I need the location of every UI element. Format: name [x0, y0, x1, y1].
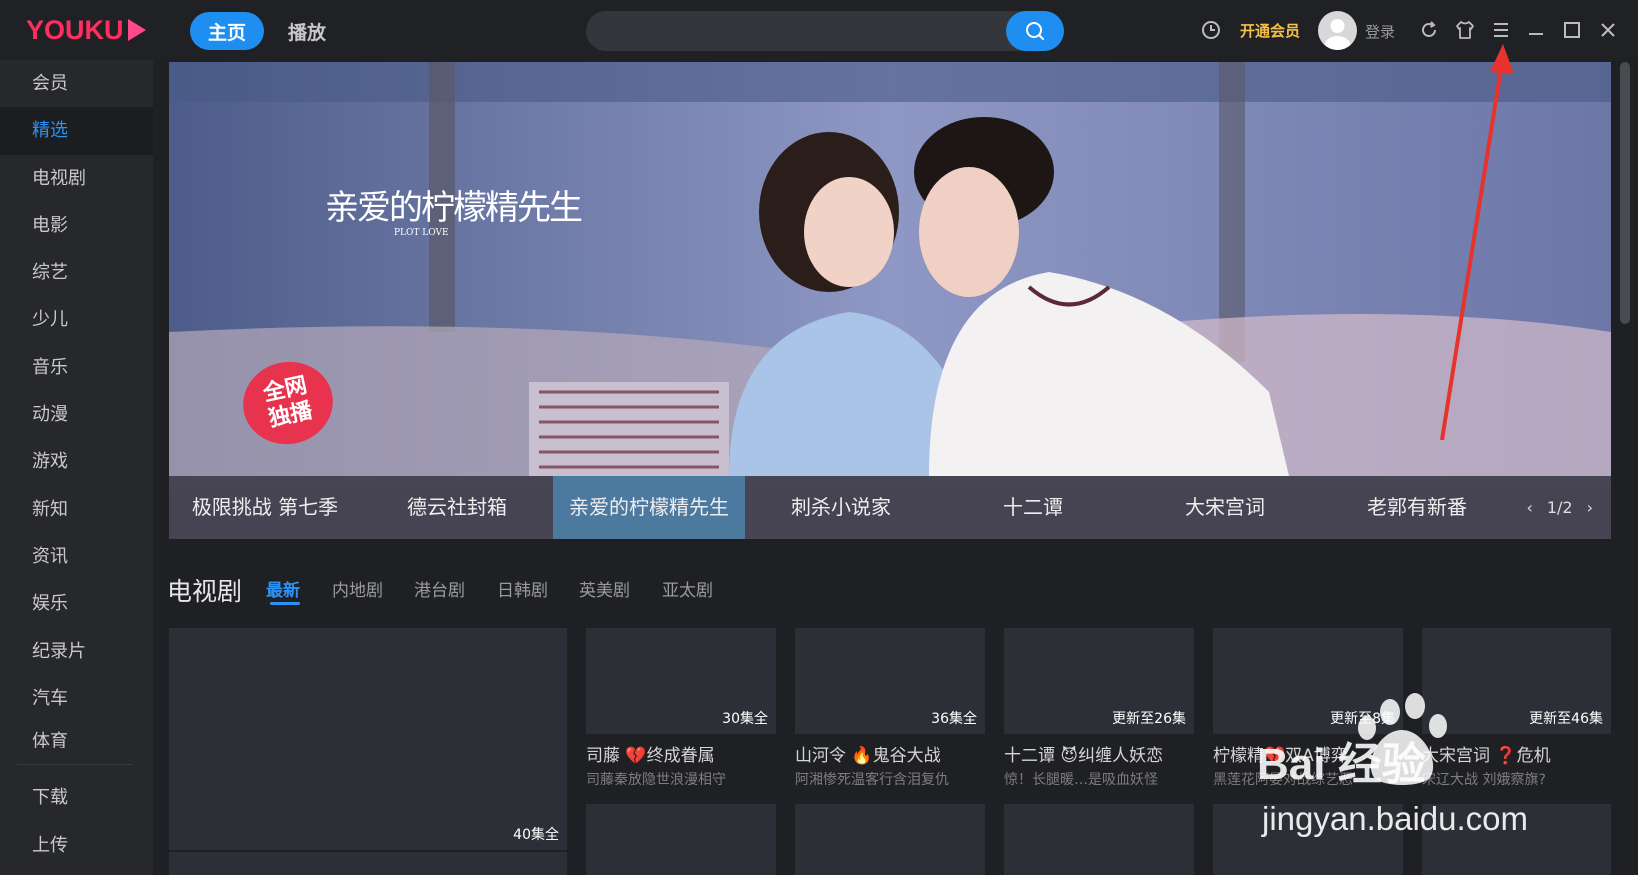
banner-tab[interactable]: 老郭有新番 — [1321, 476, 1513, 539]
nav-home-button[interactable]: 主页 — [190, 12, 264, 50]
sidebar-item-sports[interactable]: 体育 — [0, 722, 153, 748]
vip-link[interactable]: 开通会员 — [1240, 20, 1300, 41]
section-title: 电视剧 — [167, 577, 243, 606]
banner-tab[interactable]: 极限挑战 第七季 — [169, 476, 361, 539]
sidebar-item-kids[interactable]: 少儿 — [0, 296, 153, 343]
section-tab-latest[interactable]: 最新 — [266, 576, 300, 601]
sidebar-item-vip[interactable]: 会员 — [0, 60, 153, 107]
card-title[interactable]: 山河令 🔥鬼谷大战 — [795, 741, 941, 766]
banner-pager: ‹ 1/2 › — [1526, 476, 1593, 539]
watermark-brand: Bai 经验 — [1257, 740, 1426, 789]
sidebar-item-anime[interactable]: 动漫 — [0, 391, 153, 438]
banner-tab[interactable]: 刺杀小说家 — [745, 476, 937, 539]
card-title[interactable]: 司藤 💔终成眷属 — [586, 741, 715, 766]
poster-subtitle: PLOT LOVE — [394, 228, 449, 238]
search-input[interactable] — [602, 19, 982, 43]
sidebar-item-auto[interactable]: 汽车 — [0, 675, 153, 722]
next-icon[interactable]: › — [1587, 498, 1593, 517]
video-card[interactable] — [586, 804, 776, 875]
youku-logo[interactable]: YOUKU — [26, 14, 146, 46]
episode-badge: 36集全 — [931, 711, 977, 727]
sidebar-item-entertainment[interactable]: 娱乐 — [0, 580, 153, 627]
section-tab-hktw[interactable]: 港台剧 — [414, 576, 465, 601]
pager-text: 1/2 — [1546, 498, 1573, 517]
episode-badge: 30集全 — [722, 711, 768, 727]
sidebar-item-movie[interactable]: 电影 — [0, 202, 153, 249]
search-icon — [1026, 22, 1044, 40]
scrollbar[interactable] — [1620, 62, 1630, 324]
sidebar-list: 会员 精选 电视剧 电影 综艺 少儿 音乐 动漫 游戏 新知 资讯 娱乐 纪录片… — [0, 60, 153, 748]
hero-banner[interactable]: 亲爱的柠檬精先生 PLOT LOVE 全网 独播 极限挑战 第七季 德云社封箱 … — [169, 62, 1611, 539]
sidebar-divider — [17, 764, 132, 765]
section-tab-asia[interactable]: 亚太剧 — [662, 576, 713, 601]
video-card[interactable] — [795, 804, 985, 875]
logo-text: YOUKU — [26, 14, 124, 45]
banner-tab[interactable]: 德云社封箱 — [361, 476, 553, 539]
section-tab-mainland[interactable]: 内地剧 — [332, 576, 383, 601]
section-tab-usuk[interactable]: 英美剧 — [579, 576, 630, 601]
sidebar-item-games[interactable]: 游戏 — [0, 438, 153, 485]
video-card[interactable] — [1004, 804, 1194, 875]
section-tab-underline — [270, 602, 300, 605]
sidebar-item-variety[interactable]: 综艺 — [0, 249, 153, 296]
prev-icon[interactable]: ‹ — [1526, 498, 1532, 517]
minimize-icon[interactable] — [1525, 19, 1547, 41]
sidebar-item-featured[interactable]: 精选 — [0, 107, 153, 155]
episode-badge: 更新至26集 — [1112, 711, 1186, 727]
login-link[interactable]: 登录 — [1365, 21, 1395, 42]
logo-play-icon — [127, 19, 146, 41]
poster-title: 亲爱的柠檬精先生 — [325, 188, 583, 228]
menu-icon[interactable] — [1490, 19, 1512, 41]
card-subtitle: 惊！长腿暖…是吸血妖怪 — [1004, 772, 1158, 788]
sidebar-item-upload[interactable]: 上传 — [0, 822, 153, 869]
banner-tab[interactable]: 十二谭 — [937, 476, 1129, 539]
banner-tabs: 极限挑战 第七季 德云社封箱 亲爱的柠檬精先生 刺杀小说家 十二谭 大宋宫词 老… — [169, 476, 1611, 539]
banner-tab-active[interactable]: 亲爱的柠檬精先生 — [553, 476, 745, 539]
sidebar: 会员 精选 电视剧 电影 综艺 少儿 音乐 动漫 游戏 新知 资讯 娱乐 纪录片… — [0, 60, 153, 875]
video-card[interactable] — [169, 852, 567, 875]
sidebar-item-download[interactable]: 下载 — [0, 774, 153, 821]
user-icon — [1324, 19, 1351, 50]
banner-image — [169, 62, 1611, 476]
section-tab-jpkr[interactable]: 日韩剧 — [497, 576, 548, 601]
baidu-watermark: Bai 经验 — [1255, 690, 1585, 804]
video-card[interactable]: 36集全 — [795, 628, 985, 734]
skin-icon[interactable] — [1454, 19, 1476, 41]
sidebar-item-tv[interactable]: 电视剧 — [0, 155, 153, 202]
avatar[interactable] — [1318, 11, 1357, 50]
history-icon[interactable] — [1200, 19, 1222, 41]
close-icon[interactable] — [1597, 19, 1619, 41]
big-video-card[interactable]: 40集全 — [169, 628, 567, 850]
video-card[interactable]: 更新至26集 — [1004, 628, 1194, 734]
maximize-icon[interactable] — [1561, 19, 1583, 41]
card-subtitle: 阿湘惨死温客行含泪复仇 — [795, 772, 949, 788]
video-card[interactable]: 30集全 — [586, 628, 776, 734]
episode-badge: 40集全 — [513, 827, 559, 843]
title-bar: YOUKU 主页 播放 开通会员 登录 — [0, 0, 1638, 60]
watermark-url: jingyan.baidu.com — [1262, 800, 1528, 837]
nav-play-button[interactable]: 播放 — [288, 18, 326, 45]
sidebar-item-documentary[interactable]: 纪录片 — [0, 628, 153, 675]
card-subtitle: 司藤秦放隐世浪漫相守 — [586, 772, 726, 788]
sidebar-item-music[interactable]: 音乐 — [0, 344, 153, 391]
search-box[interactable] — [586, 11, 1064, 51]
search-button[interactable] — [1006, 11, 1064, 51]
banner-tab[interactable]: 大宋宫词 — [1129, 476, 1321, 539]
refresh-icon[interactable] — [1418, 19, 1440, 41]
card-title[interactable]: 十二谭 😈纠缠人妖恋 — [1004, 741, 1163, 766]
sidebar-item-news[interactable]: 资讯 — [0, 533, 153, 580]
sidebar-item-knowledge[interactable]: 新知 — [0, 486, 153, 533]
